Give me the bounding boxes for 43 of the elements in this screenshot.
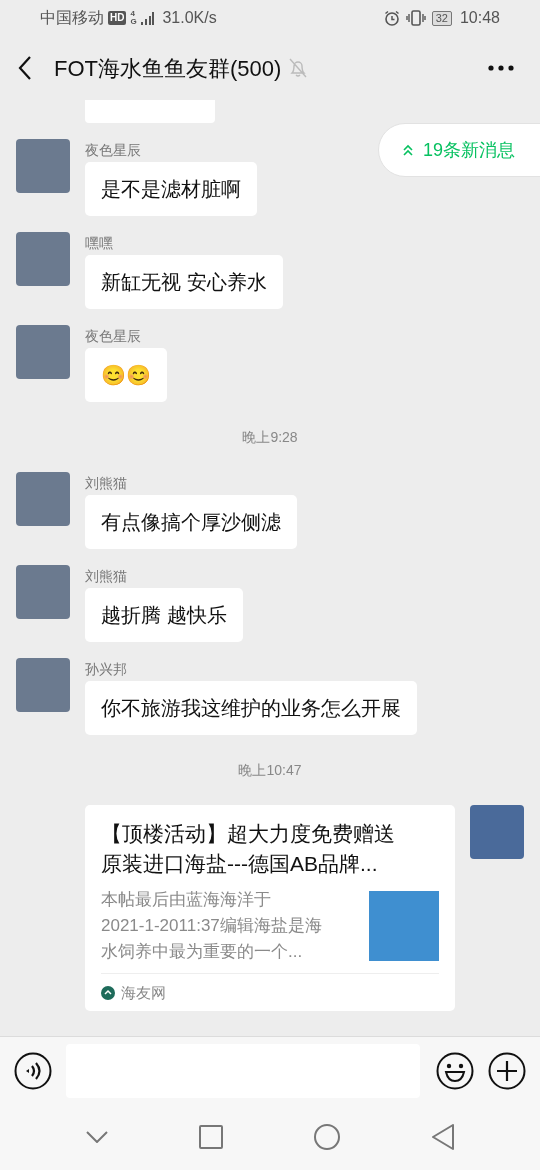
hd-badge: HD: [108, 11, 127, 25]
plus-icon[interactable]: [488, 1051, 526, 1090]
message-bubble: 😊😊: [85, 348, 167, 402]
sender-name: 嘿嘿: [85, 234, 113, 253]
card-title: 【顶楼活动】超大力度免费赠送: [101, 821, 396, 847]
sender-name: 夜色星辰: [85, 327, 141, 346]
sender-name: 刘熊猫: [85, 567, 127, 586]
chat-title: FOT海水鱼鱼友群(500): [54, 54, 282, 83]
chevron-down-icon[interactable]: [85, 1131, 108, 1143]
source-name: 海友网: [121, 983, 166, 1003]
sender-name: 刘熊猫: [85, 474, 127, 493]
network-speed: 31.0K/s: [162, 8, 217, 28]
message-bubble: 是不是滤材脏啊: [85, 162, 257, 216]
battery-indicator: 32: [431, 10, 452, 26]
sender-name: 夜色星辰: [85, 141, 141, 160]
message-bubble: 你不旅游我这维护的业务怎么开展: [85, 681, 417, 735]
card-description: 本帖最后由蓝海海洋于: [101, 889, 272, 911]
alarm-icon: [383, 10, 400, 26]
square-icon[interactable]: [198, 1125, 223, 1149]
vibrate-icon: [405, 10, 426, 26]
clock-time: 10:48: [459, 8, 500, 28]
signal-icon: [140, 11, 155, 25]
site-logo-icon: [101, 986, 115, 1001]
timestamp: 晚上10:47: [238, 760, 302, 780]
network-type: 4G: [130, 10, 138, 26]
thumbnail-placeholder: [369, 891, 439, 961]
emoji-icon[interactable]: [436, 1051, 474, 1090]
timestamp: 晚上9:28: [242, 427, 298, 447]
more-icon[interactable]: [488, 65, 514, 71]
voice-icon[interactable]: [14, 1051, 52, 1090]
message-bubble: 新缸无视 安心养水: [85, 255, 283, 309]
home-circle-icon[interactable]: [313, 1124, 340, 1150]
double-chevron-up-icon: [403, 144, 413, 156]
back-triangle-icon[interactable]: [430, 1124, 455, 1150]
card-title: 原装进口海盐---德国AB品牌...: [101, 851, 379, 877]
card-description: 2021-1-2011:37编辑海盐是海: [101, 915, 323, 937]
back-icon[interactable]: [18, 56, 32, 80]
link-card[interactable]: 【顶楼活动】超大力度免费赠送 原装进口海盐---德国AB品牌... 本帖最后由蓝海海洋于 2021-1-2011:37编辑海盐是海 水饲养中最为重要的一个... 海友网: [85, 805, 455, 1011]
message-bubble: 有点像搞个厚沙侧滤: [85, 495, 297, 549]
sender-name: 孙兴邦: [85, 660, 127, 679]
card-description: 水饲养中最为重要的一个...: [101, 941, 304, 963]
carrier-name: 中国移动: [40, 8, 104, 28]
message-bubble: 越折腾 越快乐: [85, 588, 243, 642]
